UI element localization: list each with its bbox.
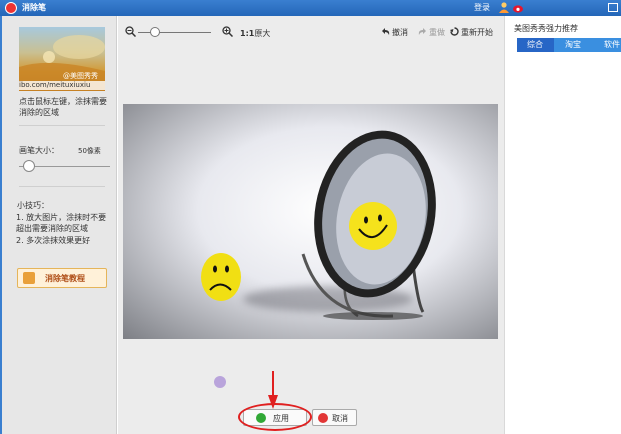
- editor-area: 1:1原大 撤消 重做 重新开始 应用 取消: [118, 16, 504, 434]
- restart-label: 重新开始: [461, 28, 493, 37]
- restart-button[interactable]: 重新开始: [450, 27, 493, 38]
- undo-label: 撤消: [392, 28, 408, 37]
- undo-icon: [382, 28, 390, 35]
- divider: [19, 186, 105, 187]
- restart-icon: [450, 27, 459, 36]
- preview-thumbnail: @美图秀秀 ibo.com/meituxiuxiu: [19, 27, 105, 91]
- user-icon[interactable]: [499, 2, 509, 13]
- recommend-tabs: 综合 淘宝 软件: [517, 38, 621, 52]
- brush-size-value: 50像素: [78, 147, 101, 155]
- brush-size-label: 画笔大小：: [19, 146, 59, 155]
- window-title: 消除笔: [22, 3, 46, 12]
- weibo-icon[interactable]: [513, 3, 524, 13]
- toolbar: 1:1原大 撤消 重做 重新开始: [118, 21, 504, 43]
- left-panel: @美图秀秀 ibo.com/meituxiuxiu 点击鼠标左键，涂抹需要消除的…: [0, 16, 117, 434]
- original-size-label: 原大: [254, 29, 271, 38]
- undo-button[interactable]: 撤消: [381, 27, 408, 38]
- login-link[interactable]: 登录: [474, 2, 490, 13]
- tip-item: 1. 放大图片，涂抹时不要超出需要消除的区域: [16, 213, 107, 233]
- photo-canvas[interactable]: [123, 104, 498, 339]
- thumbnail-watermark-name: @美图秀秀: [63, 72, 98, 80]
- zoom-track[interactable]: [138, 32, 211, 33]
- recommend-panel: 美图秀秀强力推荐 综合 淘宝 软件: [504, 16, 621, 434]
- cancel-label: 取消: [332, 414, 348, 423]
- zoom-in-icon[interactable]: [222, 26, 233, 37]
- brush-size-slider-handle[interactable]: [23, 160, 35, 172]
- tutorial-label: 消除笔教程: [45, 274, 85, 283]
- divider: [19, 125, 105, 126]
- tab-general[interactable]: 综合: [517, 38, 554, 52]
- zoom-out-icon[interactable]: [125, 26, 136, 37]
- cancel-button[interactable]: 取消: [312, 409, 357, 426]
- close-icon: [318, 413, 328, 423]
- thumbnail-watermark-url: ibo.com/meituxiuxiu: [19, 81, 105, 90]
- eraser-tutorial-button[interactable]: 消除笔教程: [17, 268, 107, 288]
- tips-title: 小技巧：: [17, 201, 49, 210]
- photo-image: [201, 130, 436, 320]
- redo-label: 重做: [429, 28, 445, 37]
- instruction-text: 点击鼠标左键，涂抹需要消除的区域: [19, 97, 107, 117]
- original-size-prefix: 1:1: [240, 29, 255, 38]
- original-size-button[interactable]: 1:1原大: [240, 28, 270, 39]
- brush-cursor: [214, 376, 226, 388]
- zoom-slider-handle[interactable]: [150, 27, 160, 37]
- maximize-button[interactable]: [608, 3, 618, 12]
- redo-button[interactable]: 重做: [418, 27, 445, 38]
- app-logo-icon: [5, 2, 17, 14]
- tip-item: 2. 多次涂抹效果更好: [16, 236, 91, 245]
- tab-taobao[interactable]: 淘宝: [555, 38, 589, 52]
- title-bar: 消除笔 登录: [0, 0, 621, 16]
- redo-icon: [418, 28, 426, 35]
- apply-highlight-annotation: [238, 403, 312, 431]
- recommend-title: 美图秀秀强力推荐: [514, 24, 578, 33]
- tutorial-book-icon: [23, 272, 35, 284]
- tab-software[interactable]: 软件: [590, 38, 621, 52]
